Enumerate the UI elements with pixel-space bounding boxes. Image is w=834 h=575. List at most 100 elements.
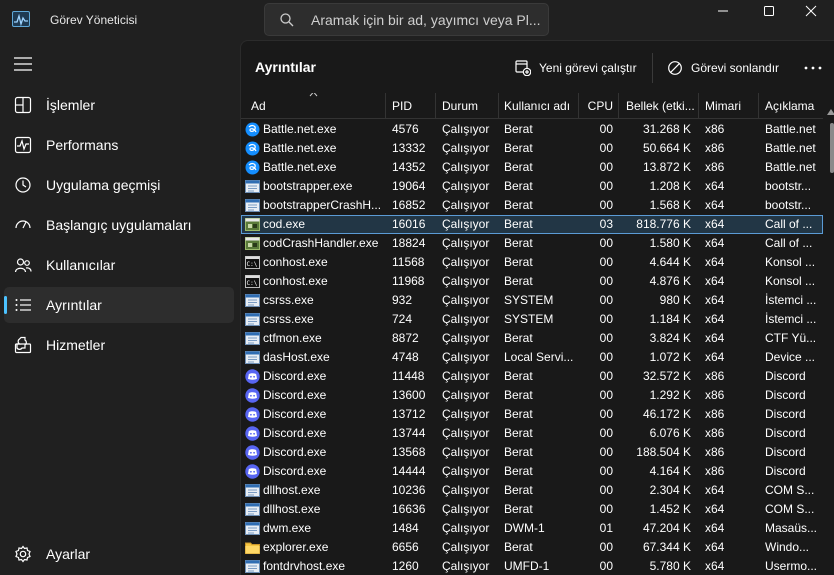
nav-item-users[interactable]: Kullanıcılar xyxy=(4,247,234,283)
cell-architecture: x64 xyxy=(705,540,725,554)
table-row-selected[interactable]: cod.exe 16016 Çalışıyor Berat 03 818.776 K x64… xyxy=(241,215,823,234)
cell-username: Berat xyxy=(504,198,533,212)
cell-username: DWM-1 xyxy=(504,521,545,535)
cell-memory: 980 K xyxy=(659,293,691,307)
cell-description: İstemci ... xyxy=(765,312,817,326)
table-row[interactable]: Battle.net.exe 4576 Çalışıyor Berat 00 31.268… xyxy=(241,120,823,139)
column-header-name[interactable]: Ad xyxy=(251,99,381,113)
cell-username: Local Servi... xyxy=(504,350,574,364)
nav-item-app-history[interactable]: Uygulama geçmişi xyxy=(4,167,234,203)
table-row[interactable]: bootstrapperCrashH... 16852 Çalışıyor Berat… xyxy=(241,196,823,215)
table-row[interactable]: Discord.exe 13744 Çalışıyor Berat 00 6.076 K x… xyxy=(241,424,823,443)
vertical-scrollbar-thumb[interactable] xyxy=(830,123,834,173)
processes-icon xyxy=(14,96,32,114)
cell-status: Çalışıyor xyxy=(442,502,490,516)
nav-item-details[interactable]: Ayrıntılar xyxy=(4,287,234,323)
nav-label: Hizmetler xyxy=(46,337,106,353)
minimize-button[interactable] xyxy=(700,0,746,22)
column-header-memory[interactable]: Bellek (etki... xyxy=(626,99,696,113)
nav-item-processes[interactable]: İşlemler xyxy=(4,87,234,123)
table-row[interactable]: Discord.exe 13568 Çalışıyor Berat 00 188.504 … xyxy=(241,443,823,462)
table-row[interactable]: dasHost.exe 4748 Çalışıyor Local Servi... 00… xyxy=(241,348,823,367)
column-divider[interactable] xyxy=(698,93,699,119)
column-header-architecture[interactable]: Mimari xyxy=(705,99,755,113)
table-row[interactable]: C:\ conhost.exe 11968 Çalışıyor Berat 00 4.876… xyxy=(241,272,823,291)
cell-description: Battle.net xyxy=(765,141,816,155)
table-row[interactable]: Discord.exe 11448 Çalışıyor Berat 00 32.572 K… xyxy=(241,367,823,386)
cell-description: Battle.net xyxy=(765,160,816,174)
column-header-status[interactable]: Durum xyxy=(442,99,497,113)
app-history-icon xyxy=(15,177,31,193)
cell-name: cod.exe xyxy=(263,217,306,231)
search-box[interactable]: Aramak için bir ad, yayımcı veya Pl... xyxy=(264,3,549,36)
table-row[interactable]: C:\ conhost.exe 11568 Çalışıyor Berat 00 4.644… xyxy=(241,253,823,272)
cell-cpu: 00 xyxy=(599,122,613,136)
table-row[interactable]: Discord.exe 13600 Çalışıyor Berat 00 1.292 K x… xyxy=(241,386,823,405)
app-window-icon xyxy=(245,560,260,573)
table-row[interactable]: ctfmon.exe 8872 Çalışıyor Berat 00 3.824 K x64… xyxy=(241,329,823,348)
cell-description: COM S... xyxy=(765,483,815,497)
cell-architecture: x64 xyxy=(705,350,725,364)
cell-architecture: x86 xyxy=(705,407,725,421)
table-row[interactable]: bootstrapper.exe 19064 Çalışıyor Berat 00 1.2… xyxy=(241,177,823,196)
nav-item-performance[interactable]: Performans xyxy=(4,127,234,163)
sort-ascending-icon xyxy=(309,93,318,97)
more-options-button[interactable] xyxy=(804,55,822,81)
column-divider[interactable] xyxy=(618,93,619,119)
active-indicator xyxy=(4,296,7,314)
table-row[interactable]: dwm.exe 1484 Çalışıyor DWM-1 01 47.204 K x64 Ma… xyxy=(241,519,823,538)
table-row[interactable]: dllhost.exe 10236 Çalışıyor Berat 00 2.304 K x… xyxy=(241,481,823,500)
cell-cpu: 00 xyxy=(599,331,613,345)
table-row[interactable]: csrss.exe 932 Çalışıyor SYSTEM 00 980 K x64 İst… xyxy=(241,291,823,310)
cell-name: Discord.exe xyxy=(263,369,327,383)
cell-pid: 16016 xyxy=(392,217,426,231)
close-button[interactable] xyxy=(788,0,834,22)
end-task-button[interactable]: Görevi sonlandır xyxy=(667,55,779,81)
cell-description: Discord xyxy=(765,388,806,402)
nav-item-settings[interactable]: Ayarlar xyxy=(4,536,234,572)
game-icon xyxy=(245,218,260,231)
cell-memory: 50.664 K xyxy=(642,141,691,155)
scroll-up-icon[interactable] xyxy=(827,109,834,115)
table-row[interactable]: codCrashHandler.exe 18824 Çalışıyor Berat 00… xyxy=(241,234,823,253)
cell-description: bootstr... xyxy=(765,198,812,212)
cell-pid: 16852 xyxy=(392,198,426,212)
column-divider[interactable] xyxy=(498,93,499,119)
hamburger-menu-icon[interactable] xyxy=(14,57,32,71)
table-row[interactable]: csrss.exe 724 Çalışıyor SYSTEM 00 1.184 K x64 İ… xyxy=(241,310,823,329)
maximize-button[interactable] xyxy=(746,0,792,22)
column-divider[interactable] xyxy=(385,93,386,119)
column-divider[interactable] xyxy=(758,93,759,119)
nav-item-startup-apps[interactable]: Başlangıç uygulamaları xyxy=(4,207,234,243)
cell-username: Berat xyxy=(504,464,533,478)
cell-username: Berat xyxy=(504,388,533,402)
cell-architecture: x64 xyxy=(705,483,725,497)
nav-item-services[interactable]: Hizmetler xyxy=(4,327,234,363)
column-header-username[interactable]: Kullanıcı adı xyxy=(504,99,576,113)
cell-memory: 1.452 K xyxy=(649,502,691,516)
column-header-description[interactable]: Açıklama xyxy=(765,99,823,113)
column-header-cpu[interactable]: CPU xyxy=(579,99,613,113)
app-window-icon xyxy=(245,332,260,345)
folder-icon xyxy=(245,542,260,554)
cell-cpu: 00 xyxy=(599,407,613,421)
cell-memory: 32.572 K xyxy=(642,369,691,383)
title-bar: Görev Yöneticisi Aramak için bir ad, yay… xyxy=(0,0,834,40)
cell-username: Berat xyxy=(504,369,533,383)
table-row[interactable]: dllhost.exe 16636 Çalışıyor Berat 00 1.452 K x… xyxy=(241,500,823,519)
cell-username: Berat xyxy=(504,160,533,174)
cell-pid: 13744 xyxy=(392,426,426,440)
app-window-icon xyxy=(245,199,260,212)
table-row[interactable]: Battle.net.exe 14352 Çalışıyor Berat 00 13.87… xyxy=(241,158,823,177)
run-new-task-button[interactable]: Yeni görevi çalıştır xyxy=(515,55,637,81)
table-row[interactable]: Discord.exe 13712 Çalışıyor Berat 00 46.172 K… xyxy=(241,405,823,424)
table-row[interactable]: Battle.net.exe 13332 Çalışıyor Berat 00 50.66… xyxy=(241,139,823,158)
column-header-pid[interactable]: PID xyxy=(392,99,432,113)
nav-label: Uygulama geçmişi xyxy=(46,177,161,193)
table-row[interactable]: Discord.exe 14444 Çalışıyor Berat 00 4.164 K x… xyxy=(241,462,823,481)
cell-description: Discord xyxy=(765,369,806,383)
table-row[interactable]: fontdrvhost.exe 1260 Çalışıyor UMFD-1 00 5.78… xyxy=(241,557,823,575)
discord-icon xyxy=(245,369,260,384)
table-row[interactable]: explorer.exe 6656 Çalışıyor Berat 00 67.344 K… xyxy=(241,538,823,557)
column-divider[interactable] xyxy=(435,93,436,119)
